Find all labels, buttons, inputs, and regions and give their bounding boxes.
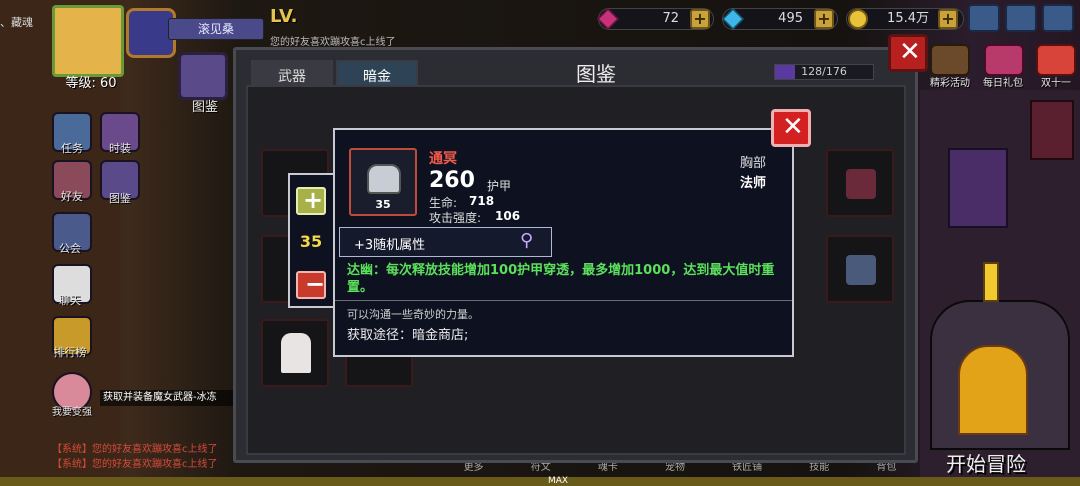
collection-count: 128/176 [801, 65, 847, 78]
add-diamonds-button[interactable]: + [814, 9, 834, 29]
item-name: 通冥 [429, 151, 457, 167]
event-label: 精彩活动 [930, 78, 970, 89]
robe-item-icon [281, 333, 311, 373]
minus-icon: − [305, 270, 326, 298]
class-type: 法师 [740, 176, 767, 191]
slot-type: 胸部 [740, 156, 767, 171]
friend-name-tag: 滚见桑 [168, 18, 264, 40]
gold-coin-icon [848, 9, 868, 29]
plus-icon: + [303, 186, 324, 214]
event-icon[interactable] [930, 44, 970, 76]
notice-ticker: 您的好友喜欢蹦攻喜c上线了 [270, 37, 396, 48]
magnifier-icon[interactable]: ⚲ [520, 230, 533, 251]
collection-progress-fill [775, 65, 795, 79]
sound-icon[interactable] [1005, 4, 1037, 32]
codex2-label: 图鉴 [109, 192, 131, 205]
rank-label: 排行榜 [53, 346, 87, 359]
add-gold-button[interactable]: + [938, 9, 958, 29]
banner-decoration [948, 148, 1008, 228]
atk-label: 攻击强度: [429, 211, 482, 225]
quest-tracker[interactable]: 获取并装备魔女武器-冰冻 [100, 390, 235, 406]
armor-item-icon [846, 169, 876, 199]
player-level: 等级: 60 [65, 76, 117, 91]
double11-label: 双十一 [1041, 78, 1071, 89]
system-message-2: 【系统】您的好友喜欢蹦攻喜c上线了 [52, 459, 218, 470]
exp-bar [0, 477, 1080, 486]
shield-decoration [1030, 100, 1074, 160]
system-message-1: 【系统】您的好友喜欢蹦攻喜c上线了 [52, 444, 218, 455]
player-name-label: 、藏魂 [0, 16, 33, 29]
codex-icon[interactable] [178, 52, 228, 100]
hp-value: 718 [469, 194, 495, 208]
random-attr-box[interactable]: +3随机属性 ⚲ [339, 227, 552, 257]
codex-label: 图鉴 [191, 100, 218, 115]
decrease-button[interactable]: − [296, 270, 326, 299]
portal-icon[interactable] [958, 345, 1028, 435]
daily-gift-label: 每日礼包 [983, 78, 1023, 89]
exclamation-icon [983, 262, 999, 302]
panel-title: 图鉴 [576, 62, 616, 86]
chest-armor-icon [367, 164, 401, 194]
armor-value: 260 [429, 168, 475, 193]
item-icon-frame: 35 [349, 148, 417, 216]
lv-logo: LV. [270, 6, 298, 27]
item-slot[interactable] [826, 149, 894, 217]
item-level: 35 [375, 198, 391, 211]
add-gems-button[interactable]: + [690, 9, 710, 29]
armor-item-icon [846, 255, 876, 285]
close-icon: ✕ [782, 112, 804, 142]
guild-label: 公会 [59, 242, 81, 255]
exp-max-label: MAX [548, 476, 569, 486]
close-panel-button[interactable]: ✕ [888, 34, 928, 72]
mail-icon[interactable] [968, 4, 1000, 32]
source-text: 获取途径：暗金商店; [347, 328, 469, 343]
close-icon: ✕ [899, 37, 921, 67]
double11-icon[interactable] [1036, 44, 1076, 76]
collection-progress: 128/176 [774, 64, 874, 80]
increase-button[interactable]: + [296, 186, 326, 215]
player-avatar[interactable] [52, 5, 124, 77]
gift-icon[interactable] [984, 44, 1024, 76]
item-slot[interactable] [261, 319, 329, 387]
settings-gear-icon[interactable] [1042, 4, 1074, 32]
atk-value: 106 [495, 209, 521, 223]
divider [335, 300, 792, 301]
skill-description: 达幽：每次释放技能增加100护甲穿透，最多增加1000，达到最大值时重置。 [347, 263, 775, 295]
gem-value: 72 [662, 11, 679, 26]
armor-label: 护甲 [487, 179, 512, 193]
diamond-value: 495 [778, 11, 803, 26]
item-tooltip: 35 通冥 260 护甲 生命: 718 攻击强度: 106 胸部 法师 +3随… [333, 128, 794, 357]
flavor-text: 可以沟通一些奇妙的力量。 [347, 308, 479, 321]
strong-label: 我要变强 [52, 407, 92, 418]
fashion-label: 时装 [109, 142, 131, 155]
random-attr-label: +3随机属性 [354, 238, 426, 253]
close-tooltip-button[interactable]: ✕ [771, 109, 811, 147]
chat-label: 聊天 [59, 294, 81, 307]
gold-value: 15.4万 [887, 11, 929, 26]
quantity-value: 35 [299, 232, 323, 251]
item-slot[interactable] [826, 235, 894, 303]
start-adventure-button[interactable]: 开始冒险 [946, 448, 1046, 477]
